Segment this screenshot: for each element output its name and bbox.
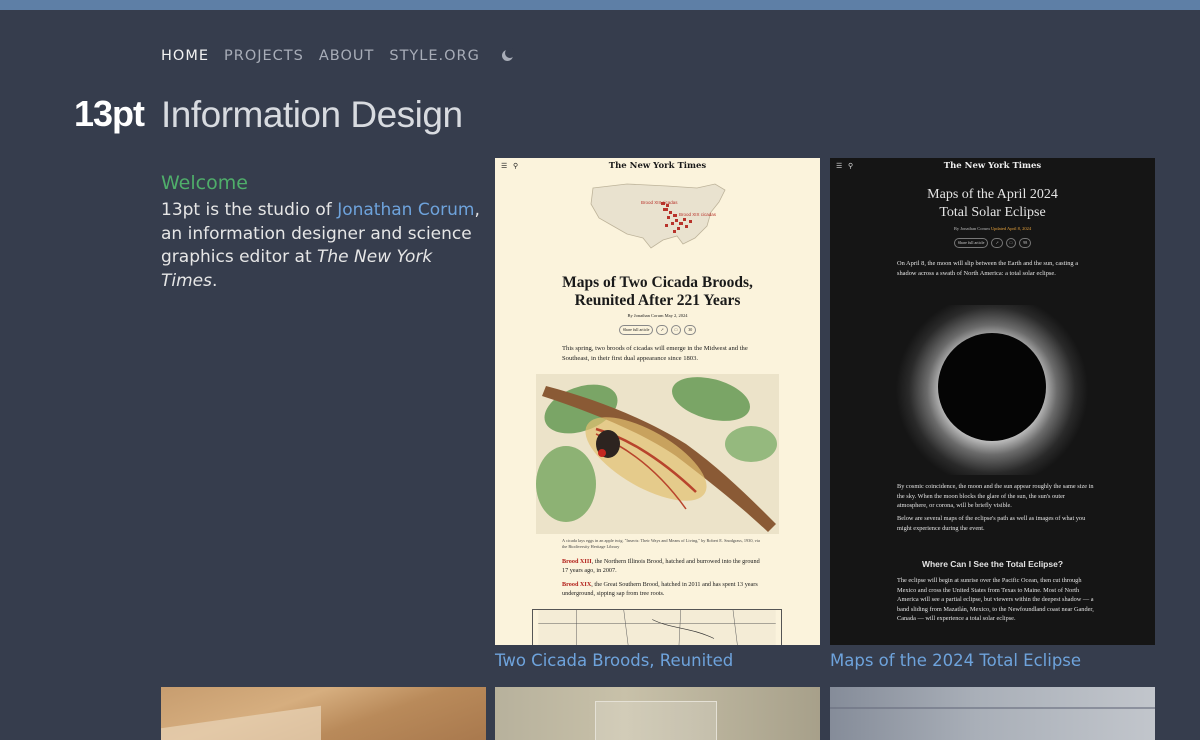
welcome-heading: Welcome — [161, 172, 248, 194]
headline-line-2: Reunited After 221 Years — [574, 292, 741, 309]
bookmark-icon: □ — [1005, 238, 1017, 248]
headline-line-1: Maps of Two Cicada Broods, — [562, 274, 753, 291]
project-thumbnail[interactable]: ☰ ⚲ The New York Times Maps of the April… — [830, 158, 1155, 645]
paragraph-1-text: , the Northern Illinois Brood, hatched a… — [562, 558, 760, 574]
headline-line-2: Total Solar Eclipse — [939, 205, 1046, 220]
project-title[interactable]: Two Cicada Broods, Reunited — [495, 651, 820, 670]
author-link[interactable]: Jonathan Corum — [337, 200, 474, 220]
project-thumbnail-map[interactable] — [830, 687, 1155, 740]
comments-count: 30 — [684, 325, 697, 335]
project-thumbnail[interactable]: ☰ ⚲ The New York Times Brood XIII cicada… — [495, 158, 820, 645]
article-headline: Maps of the April 2024 Total Solar Eclip… — [830, 186, 1155, 222]
article-paragraph-1: Brood XIII, the Northern Illinois Brood,… — [562, 558, 762, 575]
share-pill: Share full article — [953, 238, 989, 248]
illustration-credit: A cicada lays eggs in an apple twig. "In… — [562, 538, 760, 549]
updated-date: Updated April 8, 2024 — [990, 226, 1032, 231]
byline-author: By Jonathan Corum — [953, 226, 990, 231]
article-paragraph-3: The eclipse will begin at sunrise over t… — [897, 577, 1094, 622]
article-headline: Maps of Two Cicada Broods, Reunited Afte… — [495, 274, 820, 310]
article-lede: On April 8, the moon will slip between t… — [897, 260, 1079, 277]
nav-home[interactable]: HOME — [161, 48, 209, 64]
nav-projects[interactable]: PROJECTS — [224, 48, 304, 64]
project-title[interactable]: Maps of the 2024 Total Eclipse — [830, 651, 1155, 670]
top-accent-bar — [0, 0, 1200, 10]
nav-style-org[interactable]: STYLE.ORG — [389, 48, 480, 64]
brood-xix-label: Brood XIX — [562, 581, 592, 588]
intro-text-start: 13pt is the studio of — [161, 200, 338, 220]
article-byline: By Jonathan Corum Updated April 8, 2024 — [830, 226, 1155, 231]
article-lede: This spring, two broods of cicadas will … — [562, 345, 748, 362]
project-card-eclipse[interactable]: ☰ ⚲ The New York Times Maps of the April… — [830, 158, 1155, 670]
article-subhead: Where Can I See the Total Eclipse? — [921, 559, 1064, 569]
us-map: Brood XIII cicadas Brood XIX cicadas — [590, 183, 726, 249]
project-thumbnail-aerial[interactable] — [495, 687, 820, 740]
map-label-brood-xiii: Brood XIII cicadas — [641, 200, 678, 205]
headline-line-1: Maps of the April 2024 — [927, 187, 1058, 202]
article-byline: By Jonathan Corum May 2, 2024 — [627, 313, 688, 318]
project-card-cicadas[interactable]: ☰ ⚲ The New York Times Brood XIII cicada… — [495, 158, 820, 670]
comments-count: 98 — [1019, 238, 1032, 248]
mini-header: ☰ ⚲ The New York Times — [495, 161, 820, 175]
map-label-brood-xix: Brood XIX cicadas — [679, 212, 717, 217]
article-paragraph-2: Brood XIX, the Great Southern Brood, hat… — [562, 581, 762, 598]
share-pill: Share full article — [618, 325, 654, 335]
moon-icon[interactable] — [499, 48, 515, 64]
paragraph-2-text: , the Great Southern Brood, hatched in 2… — [562, 581, 758, 597]
logo[interactable]: 13pt — [74, 93, 145, 135]
masthead: The New York Times — [943, 161, 1042, 171]
project-thumbnail-desert[interactable] — [161, 687, 486, 740]
cicada-illustration — [536, 374, 779, 534]
masthead: The New York Times — [608, 161, 707, 171]
bookmark-icon: □ — [670, 325, 682, 335]
moon-disk — [938, 333, 1046, 441]
page-title: Information Design — [161, 94, 463, 135]
historic-map — [532, 609, 782, 645]
nav-about[interactable]: ABOUT — [319, 48, 375, 64]
intro-text-end: . — [211, 270, 218, 291]
article-paragraph-2: Below are several maps of the eclipse's … — [897, 515, 1086, 532]
brood-xiii-label: Brood XIII — [562, 558, 592, 565]
article-paragraph-1: By cosmic coincidence, the moon and the … — [897, 483, 1094, 509]
share-icon: ↗ — [991, 238, 1003, 248]
mini-header: ☰ ⚲ The New York Times — [830, 161, 1155, 175]
share-tools: Share full article ↗ □ 98 — [830, 238, 1155, 248]
intro-text: 13pt is the studio of Jonathan Corum, an… — [161, 199, 486, 293]
share-tools: Share full article ↗ □ 30 — [495, 325, 820, 335]
share-icon: ↗ — [656, 325, 668, 335]
main-nav: HOME PROJECTS ABOUT STYLE.ORG — [161, 48, 515, 64]
